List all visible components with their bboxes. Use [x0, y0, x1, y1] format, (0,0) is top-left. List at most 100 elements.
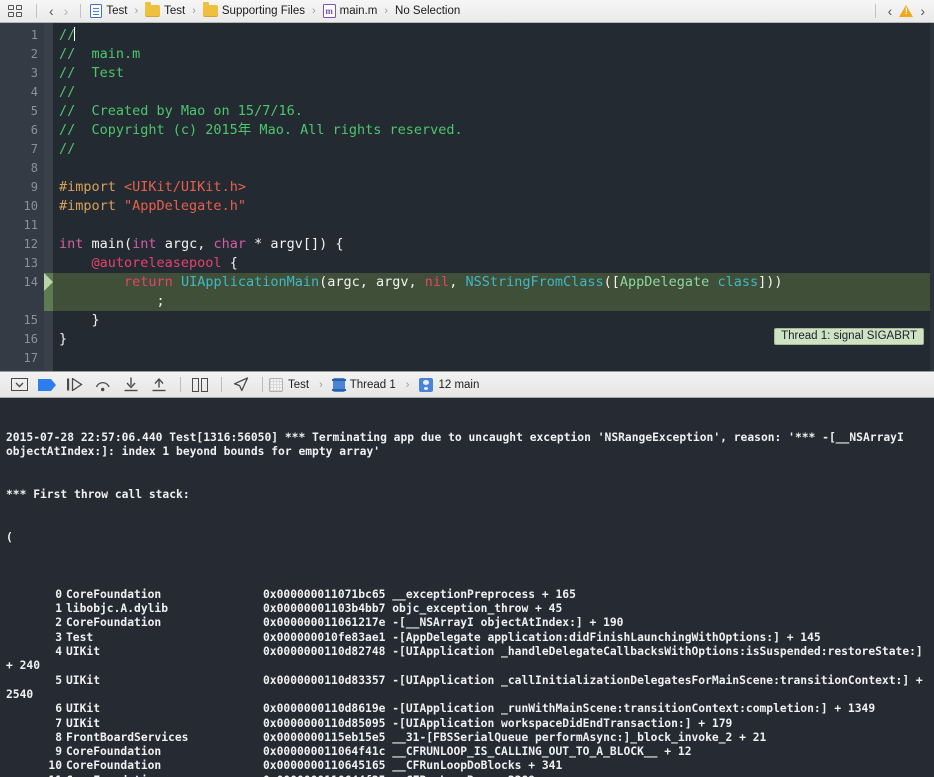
- debug-crumb-frame[interactable]: 12 main: [438, 379, 479, 391]
- hide-debug-area-icon: [11, 378, 28, 391]
- continue-button[interactable]: [62, 375, 88, 395]
- source-editor[interactable]: 1 2 3 4 5 6 7 8 9 10 11 12 13 14 15 16 1…: [0, 23, 934, 371]
- stack-frame-library: FrontBoardServices: [66, 731, 263, 745]
- gutter-line: [44, 64, 53, 83]
- debug-view-hierarchy-button[interactable]: [187, 375, 213, 395]
- function-token: NSStringFromClass: [465, 274, 603, 290]
- breadcrumb-file-main-m[interactable]: m main.m: [321, 3, 380, 19]
- keyword-token: nil: [425, 274, 449, 290]
- stack-frame-library: UIKit: [66, 717, 263, 731]
- gutter-line: [44, 45, 53, 64]
- code-line: // Copyright (c) 2015年 Mao. All rights r…: [53, 121, 934, 140]
- objc-file-icon: m: [323, 4, 336, 18]
- debug-crumb-thread[interactable]: Thread 1: [350, 379, 396, 391]
- line-number: 3: [0, 64, 44, 83]
- simulate-location-button[interactable]: [228, 375, 254, 395]
- jump-bar-right: ‹ ›: [868, 4, 930, 18]
- next-issue-button[interactable]: ›: [915, 4, 930, 18]
- stack-frame: 7UIKit0x0000000110d85095 -[UIApplication…: [6, 717, 928, 731]
- stack-frame-symbol: -[__NSArrayI objectAtIndex:] + 190: [392, 616, 623, 629]
- code-line: //: [53, 140, 934, 159]
- breadcrumb-separator: ›: [406, 379, 410, 391]
- view-debug-icon: [192, 378, 208, 392]
- line-number: 8: [0, 159, 44, 178]
- folder-icon: [145, 5, 160, 17]
- debug-crumb-process[interactable]: Test: [288, 379, 309, 391]
- stack-frame-index: 6: [6, 702, 66, 716]
- comment-token: //: [59, 141, 75, 157]
- stack-frame-address: 0x00000001103b4bb7: [263, 602, 392, 615]
- breadcrumb-group-test[interactable]: Test: [143, 4, 187, 18]
- line-number-gutter[interactable]: 1 2 3 4 5 6 7 8 9 10 11 12 13 14 15 16 1…: [0, 23, 44, 371]
- queue-icon: [419, 378, 433, 392]
- gutter-line: [44, 311, 53, 330]
- back-button[interactable]: ‹: [44, 4, 59, 18]
- class-token: AppDelegate: [620, 274, 718, 290]
- stack-frame: 6UIKit0x0000000110d8619e -[UIApplication…: [6, 702, 928, 716]
- debug-console-output[interactable]: 2015-07-28 22:57:06.440 Test[1316:56050]…: [0, 398, 934, 777]
- code-line-empty: [53, 349, 934, 368]
- preprocessor-token: #import: [59, 179, 124, 195]
- related-items-icon[interactable]: [8, 5, 22, 18]
- divider: [180, 377, 181, 392]
- toggle-debug-area-button[interactable]: [6, 375, 32, 395]
- stack-frame-index: 4: [6, 645, 66, 659]
- stack-frame-address: 0x0000000110d82748: [263, 645, 392, 658]
- warning-triangle-icon[interactable]: [899, 5, 913, 17]
- line-number: 6: [0, 121, 44, 140]
- signal-badge[interactable]: Thread 1: signal SIGABRT: [774, 328, 924, 345]
- divider: [36, 4, 37, 18]
- line-number: 1: [0, 26, 44, 45]
- code-line: //: [53, 26, 934, 45]
- breadcrumb-selection[interactable]: No Selection: [393, 4, 462, 18]
- breadcrumb-separator: ›: [319, 379, 323, 391]
- code-line: // Created by Mao on 15/7/16.: [53, 102, 934, 121]
- breakpoint-icon: [38, 379, 57, 391]
- step-over-button[interactable]: [90, 375, 116, 395]
- line-number-spacer: [0, 292, 44, 311]
- line-number: 9: [0, 178, 44, 197]
- breadcrumb-project[interactable]: Test: [88, 3, 129, 19]
- stack-frame-address: 0x0000000110d83357: [263, 674, 392, 687]
- breakpoints-button[interactable]: [34, 375, 60, 395]
- code-line: // Test: [53, 64, 934, 83]
- code-line: #import "AppDelegate.h": [53, 197, 934, 216]
- location-icon: [233, 377, 249, 392]
- editor-scrollbar[interactable]: [930, 23, 934, 371]
- stack-frame: 9CoreFoundation0x000000011064f41c __CFRU…: [6, 745, 928, 759]
- step-out-button[interactable]: [146, 375, 172, 395]
- scheme-icon: [269, 378, 283, 392]
- breadcrumb-label: No Selection: [395, 5, 460, 17]
- divider: [221, 377, 222, 392]
- debug-bar: Test › Thread 1 › 12 main: [0, 371, 934, 398]
- code-text-area[interactable]: // // main.m // Test // // Created by Ma…: [53, 23, 934, 371]
- code-line-empty: [53, 159, 934, 178]
- execution-marker-wrap: [44, 292, 53, 311]
- breadcrumb-label: main.m: [340, 5, 378, 17]
- keyword-token: char: [213, 236, 246, 252]
- stack-frame-index: 10: [6, 759, 66, 773]
- stack-frame-index: 1: [6, 602, 66, 616]
- gutter-line: [44, 83, 53, 102]
- execution-arrow-icon: [44, 273, 53, 291]
- stack-frame-symbol: -[UIApplication _runWithMainScene:transi…: [392, 702, 875, 715]
- keyword-token: @autoreleasepool: [92, 255, 222, 271]
- continue-icon: [66, 378, 84, 391]
- stack-frame-symbol: __exceptionPreprocess + 165: [392, 588, 576, 601]
- line-number: 10: [0, 197, 44, 216]
- breakpoint-gutter[interactable]: [44, 23, 53, 371]
- stack-trace-list: 0CoreFoundation0x000000011071bc65 __exce…: [6, 588, 928, 777]
- comment-token: // main.m: [59, 46, 140, 62]
- stack-frame-address: 0x000000010fe83ae1: [263, 631, 392, 644]
- stack-frame: 1libobjc.A.dylib0x00000001103b4bb7 objc_…: [6, 602, 928, 616]
- jump-bar-left: ‹ › Test › Test › Supporting Files › m m…: [6, 3, 462, 19]
- previous-issue-button[interactable]: ‹: [883, 4, 898, 18]
- line-number: 7: [0, 140, 44, 159]
- forward-button[interactable]: ›: [59, 4, 74, 18]
- gutter-line: [44, 254, 53, 273]
- stack-frame-library: CoreFoundation: [66, 745, 263, 759]
- code-line: int main(int argc, char * argv[]) {: [53, 235, 934, 254]
- breadcrumb-group-supporting-files[interactable]: Supporting Files: [201, 4, 307, 18]
- gutter-line: [44, 159, 53, 178]
- step-into-button[interactable]: [118, 375, 144, 395]
